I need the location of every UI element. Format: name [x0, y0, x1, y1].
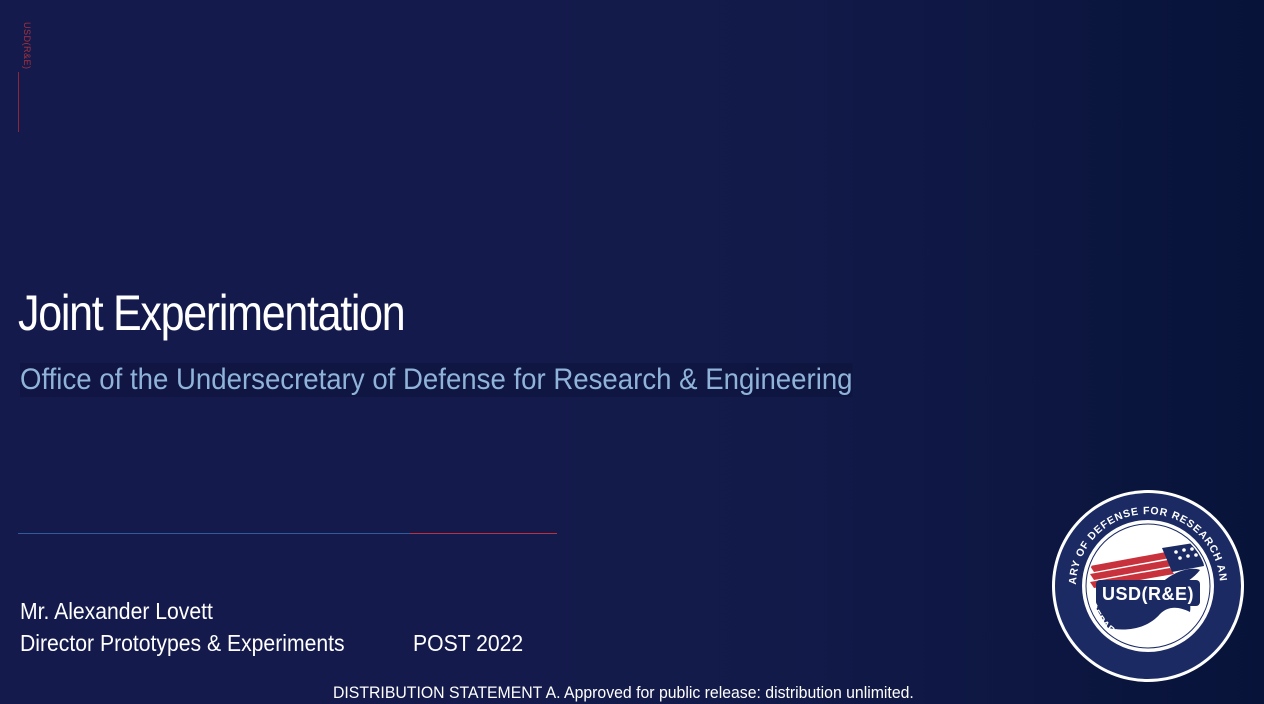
divider-red — [410, 533, 557, 534]
divider-blue — [18, 533, 410, 534]
event-label: POST 2022 — [413, 630, 524, 656]
presenter-role: Director Prototypes & Experiments — [20, 630, 345, 656]
usdre-seal-icon: USD(R&E) UNDER SECRETARY OF DEFENSE FOR … — [1050, 488, 1244, 682]
slide-title: Joint Experimentation — [18, 285, 406, 341]
presenter-name: Mr. Alexander Lovett — [20, 598, 213, 624]
side-tag: USD(R&E) — [22, 22, 32, 70]
side-rule — [18, 72, 19, 132]
seal-center-text: USD(R&E) — [1102, 584, 1194, 604]
title-slide: USD(R&E) Joint Experimentation Office of… — [0, 0, 1264, 704]
distribution-statement: DISTRIBUTION STATEMENT A. Approved for p… — [333, 683, 914, 702]
slide-subtitle: Office of the Undersecretary of Defense … — [20, 363, 853, 397]
